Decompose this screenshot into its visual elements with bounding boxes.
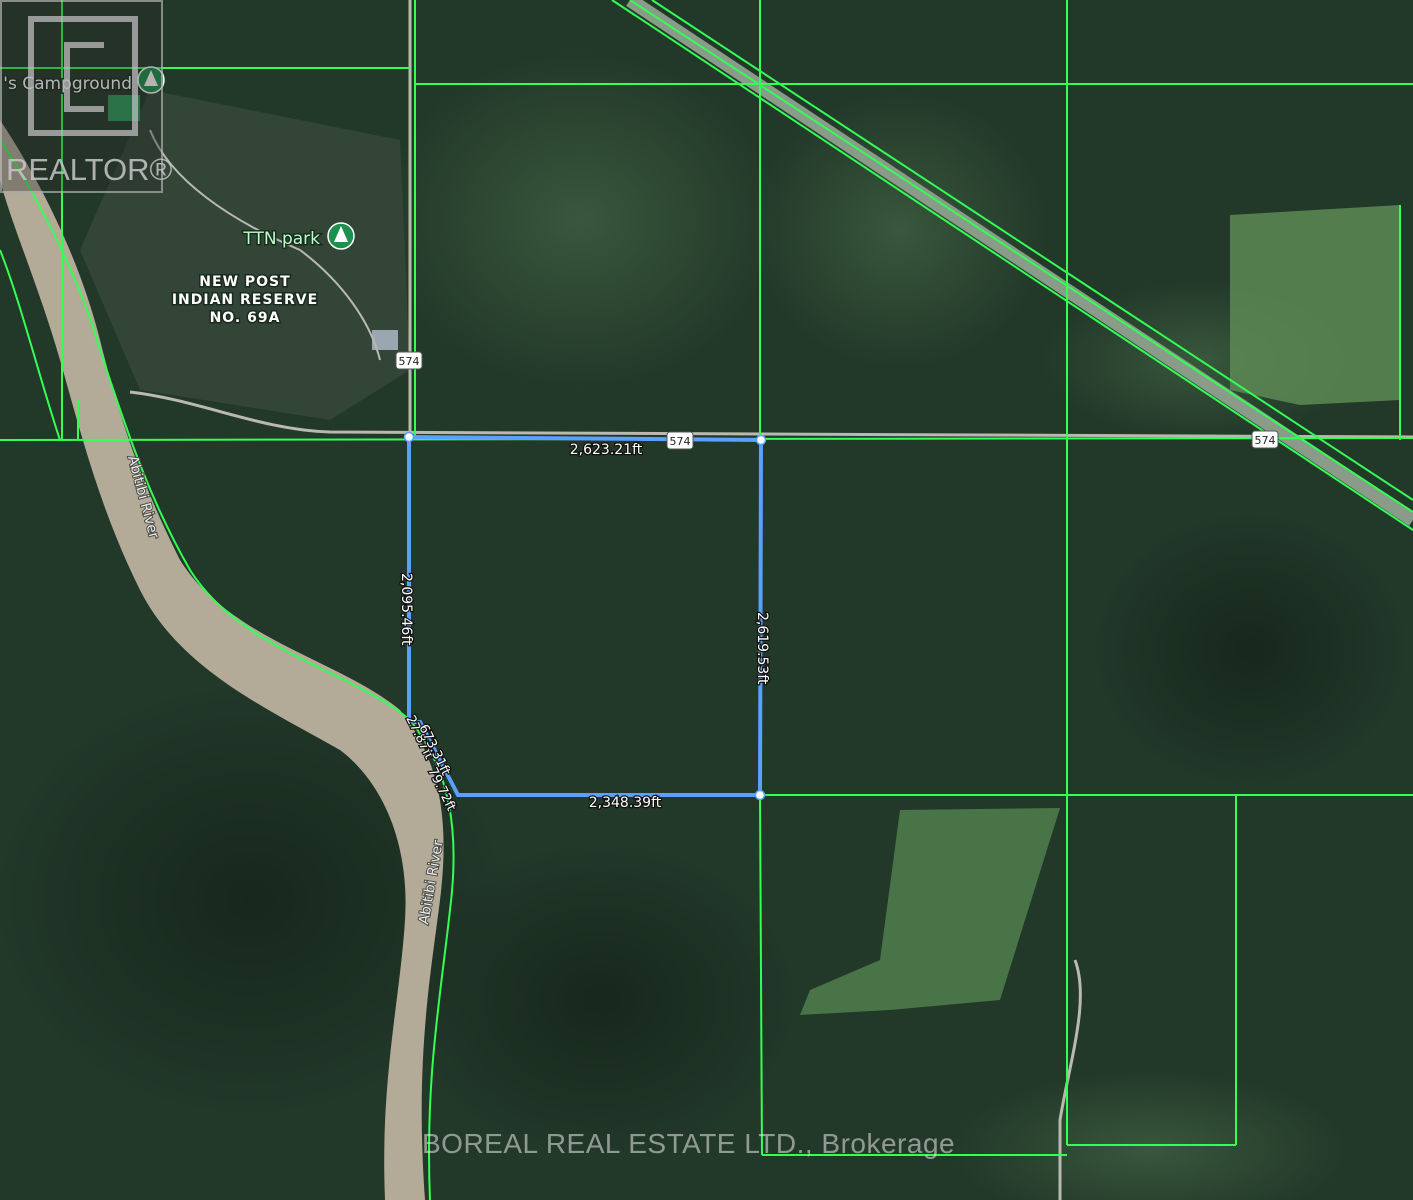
road-shield-574: 574 (666, 431, 694, 450)
map-view[interactable]: 's Campground TTN park NEW POST INDIAN R… (0, 0, 1413, 1200)
farm-field (1230, 205, 1400, 405)
shield-text: 574 (670, 435, 691, 448)
reserve-label-line2: INDIAN RESERVE (172, 292, 318, 308)
vertex-handle[interactable] (403, 431, 415, 443)
measure-right: 2,619.53ft (754, 612, 770, 685)
measure-bottom: 2,348.39ft (589, 795, 662, 811)
dense-forest (1090, 510, 1410, 790)
park-marker[interactable] (327, 222, 355, 250)
vertex-handle[interactable] (755, 434, 767, 446)
realtor-logo: REALTOR® (0, 0, 173, 193)
realtor-r-icon (28, 16, 138, 136)
realtor-logo-text: REALTOR® (6, 152, 173, 187)
road-shield-574: 574 (395, 351, 423, 370)
shield-text: 574 (1255, 434, 1276, 447)
shield-text: 574 (399, 355, 420, 368)
park-label: TTN park (242, 229, 320, 249)
measure-left: 2,095.46ft (398, 573, 414, 646)
wetland-area (750, 90, 1050, 370)
brokerage-watermark: BOREAL REAL ESTATE LTD., Brokerage (422, 1128, 956, 1159)
reserve-label-line3: NO. 69A (210, 310, 281, 326)
vertex-handle[interactable] (754, 789, 766, 801)
dense-forest (400, 840, 800, 1160)
road-shield-574: 574 (1251, 430, 1279, 449)
satellite-map[interactable]: 's Campground TTN park NEW POST INDIAN R… (0, 0, 1413, 1200)
reserve-label-line1: NEW POST (199, 274, 290, 290)
measure-top: 2,623.21ft (570, 442, 643, 458)
clearing-area (380, 50, 780, 390)
